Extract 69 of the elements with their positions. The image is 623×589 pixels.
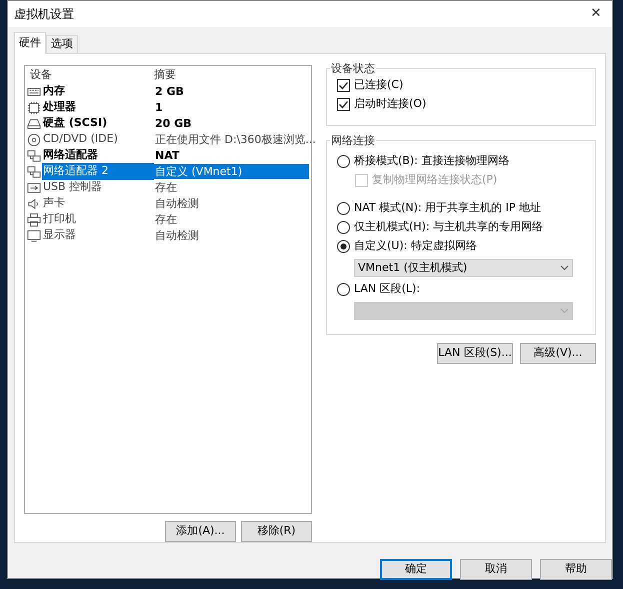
device-summary: 存在 xyxy=(154,180,178,195)
radio-button[interactable] xyxy=(337,202,350,215)
device-name: 显示器 xyxy=(42,227,77,244)
device-row[interactable]: 内存 2 GB xyxy=(27,84,309,99)
device-name: 网络适配器 2 xyxy=(42,163,154,180)
device-name: 内存 xyxy=(42,83,66,100)
network-icon xyxy=(27,148,41,162)
radio-label: 桥接模式(B): 直接连接物理网络 xyxy=(354,153,510,170)
radio-button[interactable] xyxy=(337,221,350,234)
device-row[interactable]: USB 控制器 存在 xyxy=(27,180,309,195)
monitor-icon xyxy=(27,228,41,242)
column-header[interactable]: 设备 xyxy=(27,66,154,84)
device-row[interactable]: 声卡 自动检测 xyxy=(27,196,309,211)
checkbox-label: 已连接(C) xyxy=(354,77,404,94)
device-name: 声卡 xyxy=(42,195,66,212)
dropdown-value: VMnet1 (仅主机模式) xyxy=(358,260,468,276)
button[interactable]: 高级(V)... xyxy=(520,343,596,364)
device-name: CD/DVD (IDE) xyxy=(42,131,119,148)
device-summary: 1 xyxy=(154,100,164,115)
radio-button[interactable] xyxy=(337,240,350,253)
device-summary: 正在使用文件 D:\360极速浏览... xyxy=(154,132,317,147)
device-name: 硬盘 (SCSI) xyxy=(42,115,108,132)
device-summary: NAT xyxy=(154,148,180,163)
checkbox[interactable] xyxy=(337,98,350,111)
chip-icon xyxy=(27,100,41,114)
device-name: USB 控制器 xyxy=(42,179,104,196)
checkbox-label: 启动时连接(O) xyxy=(354,96,426,112)
printer-icon xyxy=(27,212,41,226)
checkbox-label: 复制物理网络连接状态(P) xyxy=(372,172,498,188)
tab[interactable]: 硬件 xyxy=(14,32,46,54)
radio-label: 仅主机模式(H): 与主机共享的专用网络 xyxy=(354,219,544,236)
device-row[interactable]: 处理器 1 xyxy=(27,100,309,115)
radio-button[interactable] xyxy=(337,155,350,168)
device-row[interactable]: 显示器 自动检测 xyxy=(27,228,309,243)
device-summary: 自定义 (VMnet1) xyxy=(154,164,309,179)
radio-button[interactable] xyxy=(337,283,350,296)
button[interactable]: LAN 区段(S)... xyxy=(437,343,513,364)
radio-label: 自定义(U): 特定虚拟网络 xyxy=(354,238,477,254)
device-name: 打印机 xyxy=(42,211,77,228)
button[interactable]: 添加(A)... xyxy=(165,521,236,542)
device-row[interactable]: 网络适配器 2 自定义 (VMnet1) xyxy=(27,164,309,179)
device-summary: 20 GB xyxy=(154,116,193,131)
usb-icon xyxy=(27,180,41,194)
close-button[interactable]: ✕ xyxy=(584,4,608,24)
device-name: 网络适配器 xyxy=(42,147,99,164)
dropdown[interactable]: VMnet1 (仅主机模式) xyxy=(354,259,573,277)
window-title: 虚拟机设置 xyxy=(14,6,74,23)
tab[interactable]: 选项 xyxy=(46,35,78,53)
speaker-icon xyxy=(27,196,41,210)
chevron-down-icon xyxy=(560,308,569,314)
device-summary: 自动检测 xyxy=(154,196,200,211)
device-row[interactable]: 网络适配器 NAT xyxy=(27,148,309,163)
radio-label: NAT 模式(N): 用于共享主机的 IP 地址 xyxy=(354,200,541,216)
disc-icon xyxy=(27,132,41,146)
dialog-button[interactable]: 确定 xyxy=(380,559,452,580)
checkbox[interactable] xyxy=(337,79,350,92)
device-summary: 2 GB xyxy=(154,84,185,99)
dialog-button[interactable]: 取消 xyxy=(460,559,532,580)
button[interactable]: 移除(R) xyxy=(241,521,312,542)
device-summary: 存在 xyxy=(154,212,178,227)
network-icon xyxy=(27,164,41,178)
device-row[interactable]: 打印机 存在 xyxy=(27,212,309,227)
radio-label: LAN 区段(L): xyxy=(354,281,420,298)
device-row[interactable]: 硬盘 (SCSI) 20 GB xyxy=(27,116,309,131)
dialog-button[interactable]: 帮助 xyxy=(540,559,612,580)
chevron-down-icon xyxy=(560,265,569,271)
device-summary: 自动检测 xyxy=(154,228,200,243)
column-header[interactable]: 摘要 xyxy=(154,66,176,84)
device-name: 处理器 xyxy=(42,99,77,116)
